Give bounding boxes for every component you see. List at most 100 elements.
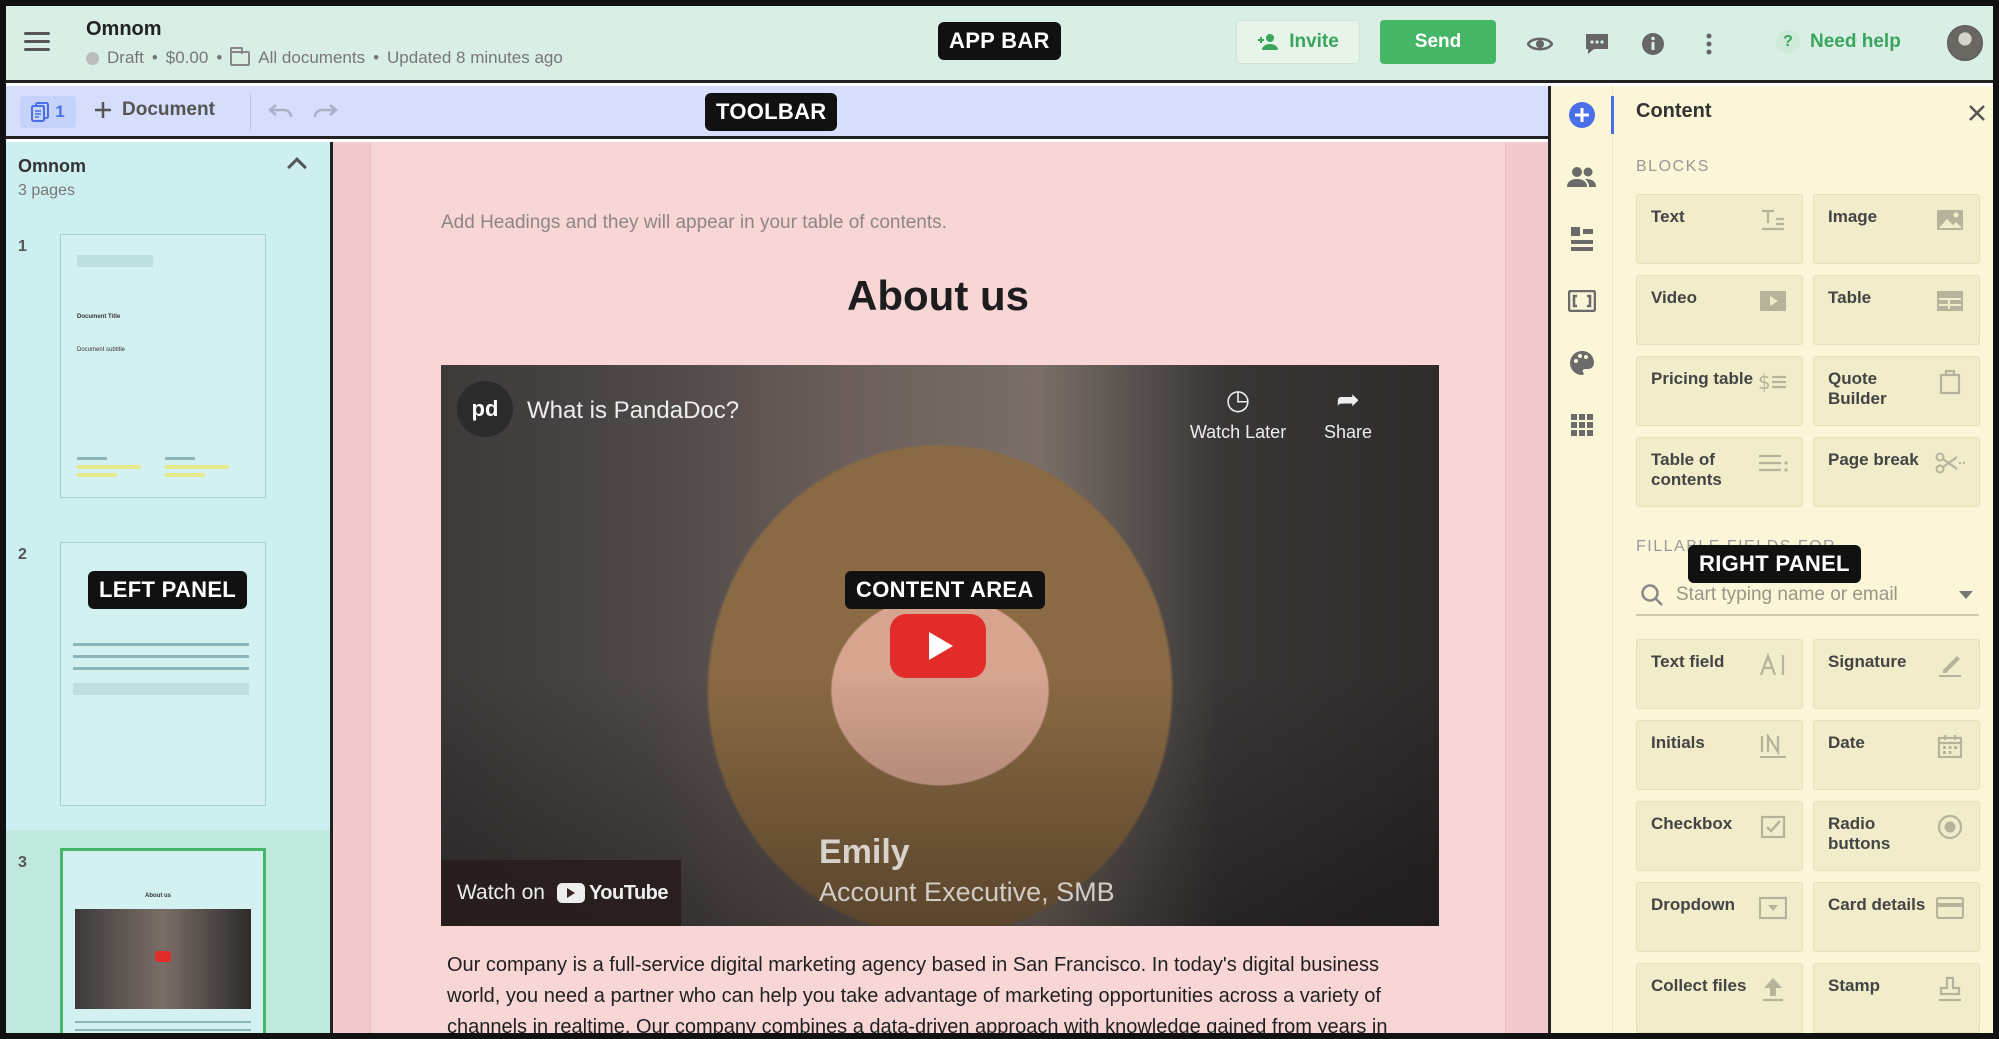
- scissors-icon: [1935, 450, 1965, 476]
- folder-link[interactable]: All documents: [258, 48, 365, 68]
- thumb-line: [165, 457, 195, 460]
- calendar-icon: [1935, 733, 1965, 759]
- toolbar: 1 Document TOOLBAR: [6, 86, 1548, 139]
- field-initials[interactable]: Initials: [1636, 720, 1803, 790]
- text-field-icon: [1758, 652, 1788, 678]
- block-image[interactable]: Image: [1813, 194, 1980, 264]
- add-content-icon[interactable]: [1567, 100, 1597, 130]
- block-table-of-contents[interactable]: Table of contents: [1636, 437, 1803, 507]
- undo-icon[interactable]: [268, 100, 294, 126]
- right-panel: Content BLOCKS Text Image Video Table Pr…: [1548, 86, 1993, 1033]
- search-icon: [1641, 584, 1663, 606]
- tile-label: Card details: [1828, 895, 1926, 914]
- tile-label: Date: [1828, 733, 1865, 752]
- updated-label: Updated 8 minutes ago: [387, 48, 563, 67]
- pandadoc-logo-icon[interactable]: pd: [457, 381, 513, 437]
- tile-label: Collect files: [1651, 976, 1747, 995]
- tile-label: Stamp: [1828, 976, 1880, 995]
- field-checkbox[interactable]: Checkbox: [1636, 801, 1803, 871]
- thumb-placeholder: [77, 255, 153, 267]
- body-paragraph[interactable]: Our company is a full-service digital ma…: [447, 950, 1437, 1033]
- send-button[interactable]: Send: [1380, 20, 1496, 64]
- invite-button[interactable]: Invite: [1236, 20, 1360, 64]
- apps-grid-icon[interactable]: [1567, 410, 1597, 440]
- more-vertical-icon[interactable]: [1696, 32, 1722, 56]
- page-thumbnail-3[interactable]: About us: [60, 848, 266, 1033]
- app-bar-annotation: APP BAR: [938, 22, 1061, 60]
- recipient-search[interactable]: Start typing name or email: [1636, 576, 1979, 616]
- field-dropdown[interactable]: Dropdown: [1636, 882, 1803, 952]
- comment-icon[interactable]: [1584, 32, 1610, 56]
- chevron-down-icon[interactable]: [1959, 591, 1973, 599]
- page-number: 3: [18, 854, 27, 871]
- tile-label: Checkbox: [1651, 814, 1733, 833]
- tile-label: Pricing table: [1651, 369, 1754, 388]
- text-icon: [1758, 207, 1788, 233]
- send-label: Send: [1414, 31, 1462, 52]
- tile-label: Table: [1828, 288, 1872, 307]
- youtube-logo: YouTube: [556, 882, 669, 905]
- blocks-layout-icon[interactable]: [1567, 224, 1597, 254]
- tile-label: Initials: [1651, 733, 1705, 752]
- pages-panel-title: Omnom: [18, 156, 87, 176]
- need-help-label: Need help: [1810, 31, 1901, 52]
- close-icon[interactable]: [1968, 100, 1986, 126]
- info-icon[interactable]: [1640, 32, 1666, 56]
- tile-label: Image: [1828, 207, 1878, 226]
- field-signature[interactable]: Signature: [1813, 639, 1980, 709]
- block-pricing-table[interactable]: Pricing table $: [1636, 356, 1803, 426]
- variables-icon[interactable]: [1567, 286, 1597, 316]
- toolbar-annotation: TOOLBAR: [705, 93, 838, 131]
- block-text[interactable]: Text: [1636, 194, 1803, 264]
- thumb-video: [75, 909, 251, 1009]
- field-date[interactable]: Date: [1813, 720, 1980, 790]
- plus-icon: [95, 102, 111, 118]
- video-embed[interactable]: pd What is PandaDoc? ◷ Watch Later ➦ Sha…: [441, 365, 1439, 926]
- thumb-play-icon: [155, 951, 171, 962]
- menu-icon[interactable]: [24, 32, 50, 52]
- video-icon: [1758, 288, 1788, 314]
- field-radio-buttons[interactable]: Radio buttons: [1813, 801, 1980, 871]
- block-video[interactable]: Video: [1636, 275, 1803, 345]
- toc-icon: [1758, 450, 1788, 476]
- field-text-field[interactable]: Text field: [1636, 639, 1803, 709]
- play-button[interactable]: [890, 614, 986, 678]
- video-person-name: Emily: [819, 833, 910, 871]
- quote-builder-icon: [1935, 369, 1965, 395]
- blocks-heading: BLOCKS: [1636, 158, 1710, 175]
- page-thumbnail-1[interactable]: Document Title Document subtitle: [60, 234, 266, 498]
- table-icon: [1935, 288, 1965, 314]
- avatar[interactable]: [1947, 25, 1983, 61]
- field-card-details[interactable]: Card details: [1813, 882, 1980, 952]
- block-quote-builder[interactable]: Quote Builder: [1813, 356, 1980, 426]
- dropdown-icon: [1758, 895, 1788, 921]
- recipients-icon[interactable]: [1567, 162, 1597, 192]
- share-button[interactable]: ➦ Share: [1293, 383, 1403, 443]
- pages-toggle-button[interactable]: 1: [20, 96, 76, 128]
- block-table[interactable]: Table: [1813, 275, 1980, 345]
- field-collect-files[interactable]: Collect files: [1636, 963, 1803, 1033]
- need-help-link[interactable]: ? Need help: [1776, 30, 1901, 54]
- left-panel-annotation: LEFT PANEL: [88, 571, 248, 609]
- help-icon: ?: [1776, 30, 1800, 54]
- thumb-highlight: [77, 473, 117, 477]
- field-stamp[interactable]: Stamp: [1813, 963, 1980, 1033]
- signature-icon: [1935, 652, 1965, 678]
- watch-later-button[interactable]: ◷ Watch Later: [1183, 383, 1293, 443]
- thumb-line: [75, 1029, 251, 1031]
- block-page-break[interactable]: Page break: [1813, 437, 1980, 507]
- document-title[interactable]: Omnom: [86, 18, 162, 41]
- watch-on-youtube-button[interactable]: Watch on YouTube: [441, 860, 681, 926]
- video-title[interactable]: What is PandaDoc?: [527, 397, 739, 425]
- watch-on-label: Watch on: [457, 881, 545, 904]
- svg-text:$: $: [1758, 371, 1771, 393]
- clock-icon: ◷: [1225, 384, 1251, 415]
- folder-icon: [230, 46, 251, 66]
- add-document-button[interactable]: Document: [94, 99, 215, 121]
- palette-icon[interactable]: [1567, 348, 1597, 378]
- eye-icon[interactable]: [1527, 32, 1553, 56]
- collapse-chevron-icon[interactable]: [287, 157, 307, 177]
- document-meta: Draft • $0.00 • All documents • Updated …: [86, 46, 563, 68]
- page-heading[interactable]: About us: [371, 272, 1505, 320]
- redo-icon[interactable]: [312, 100, 338, 126]
